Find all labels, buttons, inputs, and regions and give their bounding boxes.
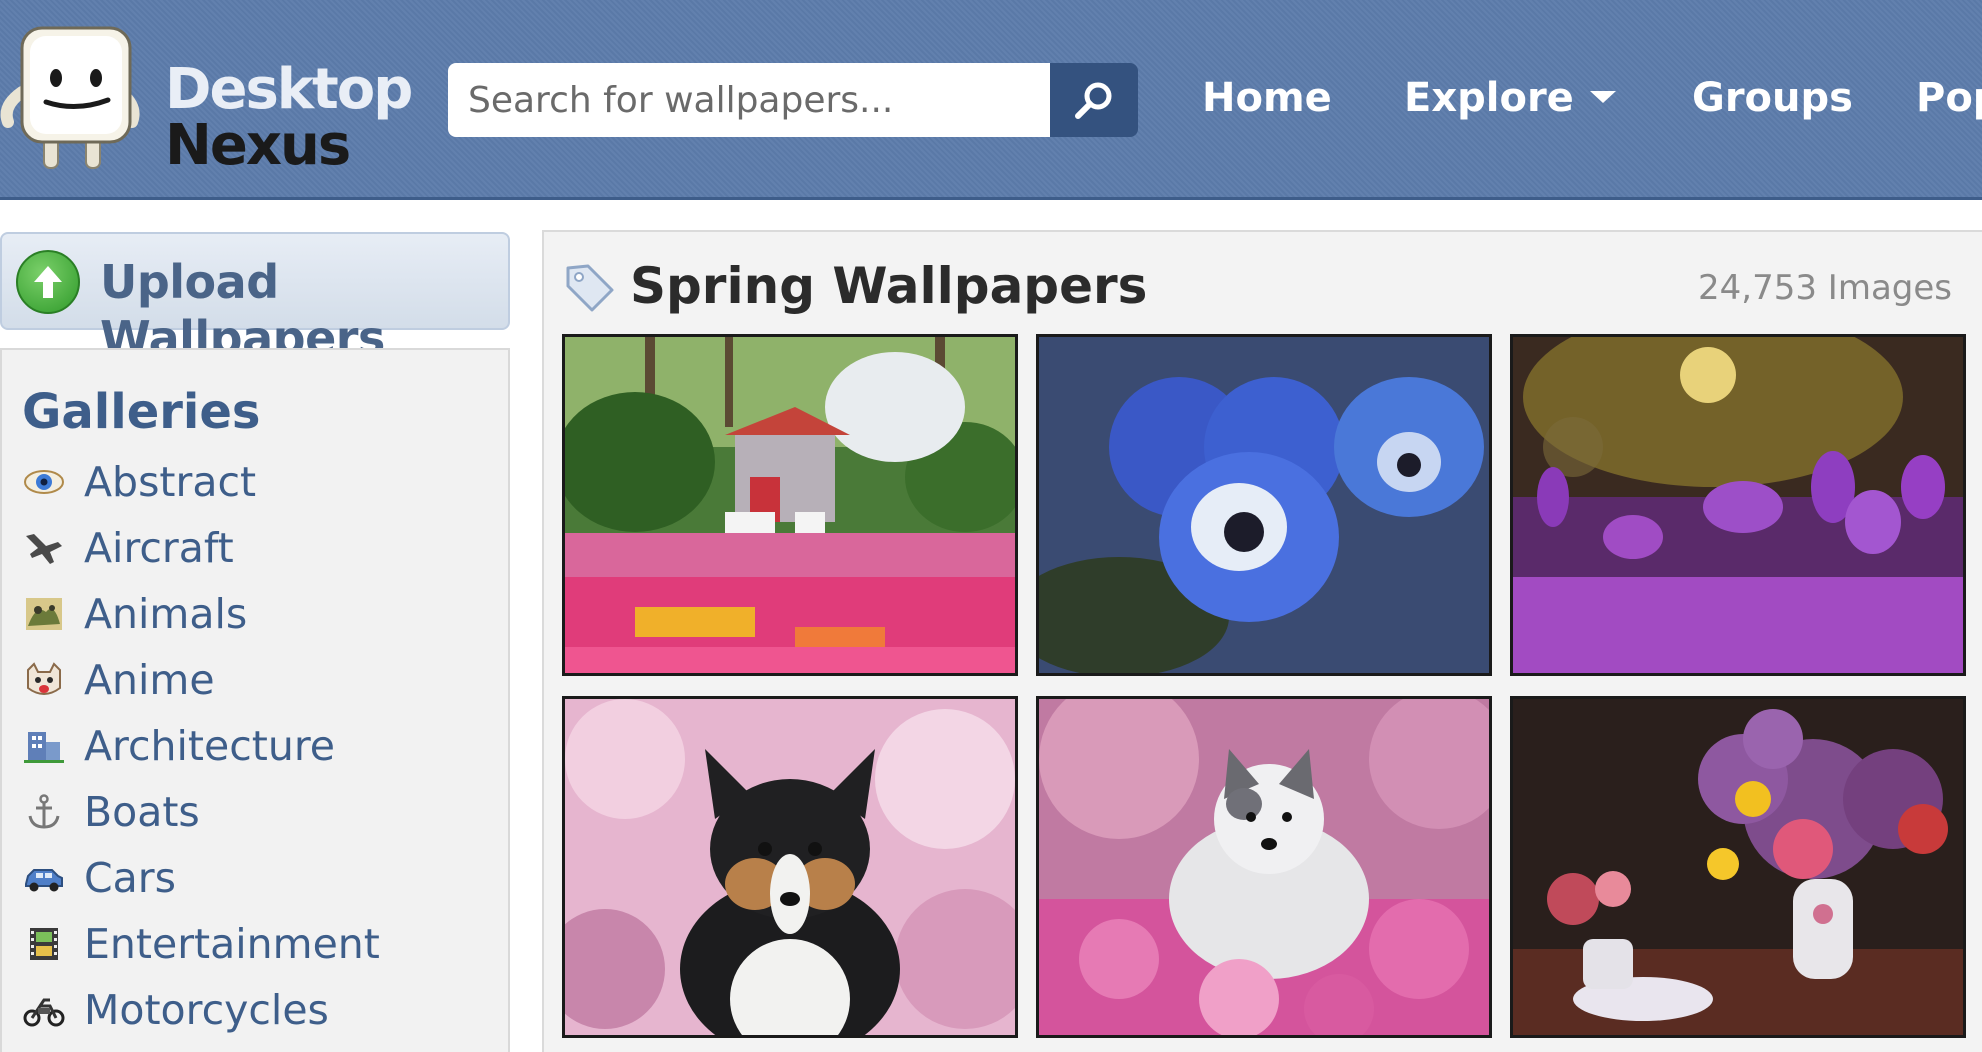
wallpaper-thumbnail-sheltie-flowers[interactable] [1036, 696, 1492, 1038]
gallery-label: Aircraft [84, 524, 234, 572]
page-title: Spring Wallpapers [630, 257, 1148, 315]
wallpaper-image [565, 337, 1015, 673]
wallpaper-thumbnail-garden-tulips[interactable] [562, 334, 1018, 676]
wallpaper-image [1039, 337, 1489, 673]
gallery-label: Anime [84, 656, 215, 704]
nav-home[interactable]: Home [1202, 70, 1332, 126]
logo-word-1: Desktop [165, 57, 413, 122]
gallery-link-aircraft[interactable]: Aircraft [22, 520, 502, 576]
search-input[interactable] [448, 63, 1050, 137]
chevron-down-icon [1589, 91, 1616, 103]
tag-icon [566, 264, 614, 312]
nav-groups[interactable]: Groups [1692, 70, 1853, 126]
anchor-icon [28, 794, 60, 829]
galleries-heading: Galleries [22, 384, 261, 440]
galleries-panel: Galleries Abstract Aircraft Animals Anim… [0, 348, 510, 1052]
gallery-label: Boats [84, 788, 200, 836]
motorcycle-icon [23, 998, 65, 1027]
wallpaper-image [1513, 699, 1963, 1035]
car-icon [25, 869, 63, 892]
wallpaper-thumbnail-purple-crocus[interactable] [1510, 334, 1966, 676]
gallery-link-anime[interactable]: Anime [22, 652, 502, 708]
site-logo[interactable]: Desktop Nexus [0, 22, 413, 174]
animals-icon [26, 598, 62, 630]
gallery-link-cars[interactable]: Cars [22, 850, 502, 906]
gallery-label: Abstract [84, 458, 257, 506]
upload-arrow-icon [16, 250, 80, 314]
image-count: 24,753 Images [1698, 268, 1952, 308]
wallpaper-thumbnail-dog-blossoms[interactable] [562, 696, 1018, 1038]
gallery-link-architecture[interactable]: Architecture [22, 718, 502, 774]
wallpaper-content-panel: Spring Wallpapers 24,753 Images [542, 230, 1982, 1052]
search-icon [1075, 82, 1112, 119]
logo-word-2: Nexus [165, 113, 351, 178]
upload-wallpapers-button[interactable]: Upload Wallpapers [0, 232, 510, 365]
gallery-label: Motorcycles [84, 986, 329, 1034]
gallery-label: Animals [84, 590, 248, 638]
wallpaper-image [1039, 699, 1489, 1035]
search-bar [448, 63, 1138, 137]
gallery-label: Cars [84, 854, 176, 902]
wallpaper-thumbnail-lilac-bouquet[interactable] [1510, 696, 1966, 1038]
airplane-icon [26, 534, 62, 564]
nav-popular-label: Pop [1916, 75, 1982, 121]
search-button[interactable] [1050, 63, 1138, 137]
anime-face-icon [27, 662, 61, 695]
site-header: Desktop Nexus Home Explore Groups Pop [0, 0, 1982, 200]
film-strip-icon [30, 928, 58, 960]
wallpaper-image [1513, 337, 1963, 673]
logo-mascot-icon [0, 26, 140, 169]
gallery-label: Architecture [84, 722, 336, 770]
gallery-link-animals[interactable]: Animals [22, 586, 502, 642]
nav-home-label: Home [1202, 75, 1332, 121]
nav-explore-label: Explore [1404, 75, 1574, 121]
logo-wordmark: Desktop Nexus [165, 57, 413, 178]
nav-popular[interactable]: Pop [1916, 70, 1982, 126]
gallery-label: Entertainment [84, 920, 380, 968]
gallery-link-boats[interactable]: Boats [22, 784, 502, 840]
wallpaper-thumbnail-blue-pansy[interactable] [1036, 334, 1492, 676]
gallery-link-abstract[interactable]: Abstract [22, 454, 502, 510]
eye-icon [24, 470, 64, 494]
gallery-link-entertainment[interactable]: Entertainment [22, 916, 502, 972]
nav-groups-label: Groups [1692, 75, 1853, 121]
wallpaper-image [565, 699, 1015, 1035]
gallery-link-motorcycles[interactable]: Motorcycles [22, 982, 502, 1038]
nav-explore[interactable]: Explore [1404, 70, 1616, 126]
building-icon [24, 732, 64, 763]
